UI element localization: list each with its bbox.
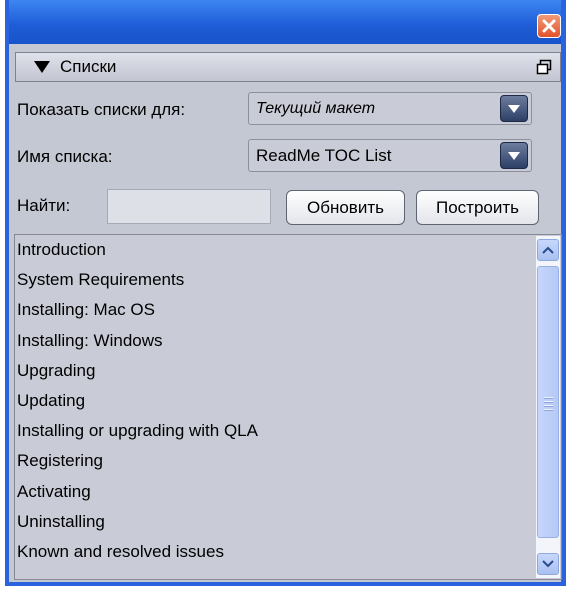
list-item[interactable]: Installing: Mac OS [17, 295, 535, 325]
update-button[interactable]: Обновить [286, 190, 405, 225]
grip-icon [544, 397, 553, 413]
panel-header[interactable]: Списки [15, 52, 561, 82]
list-item[interactable]: Installing or upgrading with QLA [17, 416, 535, 446]
show-lists-for-value: Текущий макет [256, 100, 376, 117]
show-lists-for-dropdown[interactable]: Текущий макет [248, 92, 532, 125]
vertical-scrollbar[interactable] [536, 236, 560, 578]
scroll-down-arrow-icon [542, 560, 554, 568]
list-name-dropdown[interactable]: ReadMe TOC List [248, 139, 532, 172]
close-icon [542, 19, 556, 33]
list-item[interactable]: Uninstalling [17, 507, 535, 537]
panel-title: Списки [60, 57, 117, 76]
chevron-down-icon [508, 151, 520, 160]
triangle-down-icon[interactable] [33, 60, 51, 74]
scrollbar-thumb[interactable] [537, 266, 559, 538]
list-box[interactable]: Introduction System Requirements Install… [14, 234, 562, 580]
chevron-down-icon [508, 104, 520, 113]
list-item[interactable]: Installing: Windows [17, 326, 535, 356]
list-name-value: ReadMe TOC List [256, 146, 392, 165]
find-input[interactable] [107, 189, 271, 224]
show-lists-for-label: Показать списки для: [17, 100, 186, 119]
find-label: Найти: [17, 196, 71, 215]
list-item[interactable]: Known and resolved issues [17, 537, 535, 567]
list-item[interactable]: Introduction [17, 235, 535, 265]
list-item[interactable]: System Requirements [17, 265, 535, 295]
list-name-label: Имя списка: [17, 147, 113, 166]
list-item[interactable]: Updating [17, 386, 535, 416]
close-button[interactable] [537, 14, 561, 38]
show-lists-for-arrow[interactable] [500, 95, 528, 122]
list-name-arrow[interactable] [500, 142, 528, 169]
title-bar[interactable] [9, 0, 561, 44]
list-items: Introduction System Requirements Install… [17, 235, 535, 567]
build-button[interactable]: Построить [416, 190, 539, 225]
scroll-down-button[interactable] [537, 553, 559, 575]
list-item[interactable]: Registering [17, 446, 535, 476]
list-item[interactable]: Activating [17, 477, 535, 507]
scroll-up-button[interactable] [537, 239, 559, 261]
scroll-up-arrow-icon [542, 246, 554, 254]
list-item[interactable]: Upgrading [17, 356, 535, 386]
panel-menu-icon[interactable] [536, 59, 552, 75]
lists-palette-window: Списки Показать списки для: Текущий маке… [5, 0, 566, 586]
